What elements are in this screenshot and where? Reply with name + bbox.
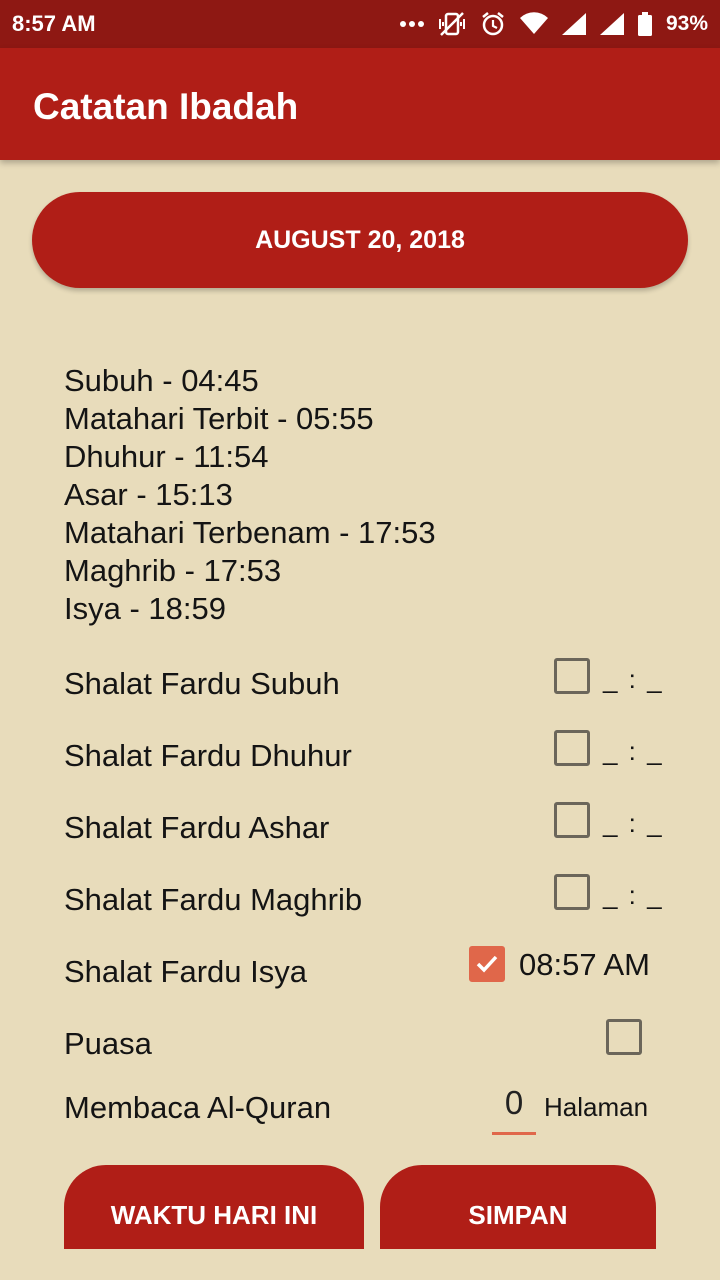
prayer-time-isya: Isya - 18:59 — [64, 591, 226, 626]
time-slot-subuh: _ : _ — [603, 664, 664, 694]
signal-icon — [599, 13, 624, 35]
wifi-icon — [519, 12, 548, 36]
checkbox-maghrib[interactable] — [554, 874, 590, 910]
battery-icon — [637, 12, 652, 36]
checklist-label-puasa-container: Puasa — [64, 1024, 364, 1058]
time-slot-maghrib: _ : _ — [603, 880, 664, 910]
checkbox-isya[interactable] — [469, 946, 505, 982]
alarm-icon — [480, 11, 506, 37]
time-value-isya: 08:57 AM — [519, 947, 650, 982]
checklist-label-maghrib: Shalat Fardu Maghrib — [64, 882, 363, 917]
time-slot-dhuhur: _ : _ — [603, 736, 664, 766]
quran-pages-input[interactable]: 0 — [492, 1084, 536, 1132]
checklist-label-dhuhur: Shalat Fardu Dhuhur — [64, 738, 352, 773]
checklist-label-puasa: Puasa — [64, 1026, 152, 1058]
quran-unit-label: Halaman — [544, 1092, 649, 1122]
quran-input-underline — [492, 1132, 536, 1135]
checkbox-subuh[interactable] — [554, 658, 590, 694]
prayer-times-list: Subuh - 04:45 Matahari Terbit - 05:55 Dh… — [64, 362, 664, 628]
app-bar: Catatan Ibadah — [0, 48, 720, 160]
prayer-time-sunset: Matahari Terbenam - 17:53 — [64, 515, 436, 550]
prayer-time-sunrise: Matahari Terbit - 05:55 — [64, 401, 374, 436]
status-icons: 93% — [399, 9, 708, 39]
checkbox-dhuhur[interactable] — [554, 730, 590, 766]
status-time: 8:57 AM — [12, 11, 96, 36]
checkmark-icon — [476, 955, 498, 973]
signal-icon — [561, 13, 586, 35]
save-button[interactable]: SIMPAN — [380, 1165, 656, 1249]
battery-percent: 93% — [665, 12, 708, 35]
checklist-label-subuh: Shalat Fardu Subuh — [64, 666, 340, 701]
prayer-time-subuh: Subuh - 04:45 — [64, 363, 259, 398]
checkbox-ashar[interactable] — [554, 802, 590, 838]
date-picker-button[interactable]: AUGUST 20, 2018 — [32, 192, 688, 288]
vibrate-off-icon — [438, 11, 466, 37]
prayer-time-maghrib: Maghrib - 17:53 — [64, 553, 282, 588]
prayer-time-dhuhur: Dhuhur - 11:54 — [64, 439, 269, 474]
more-dots-icon — [399, 20, 424, 28]
prayer-time-asar: Asar - 15:13 — [64, 477, 233, 512]
quran-label: Membaca Al-Quran — [64, 1090, 332, 1125]
checklist-label-ashar: Shalat Fardu Ashar — [64, 810, 330, 845]
checkbox-puasa[interactable] — [606, 1019, 642, 1055]
checklist-label-isya: Shalat Fardu Isya — [64, 954, 307, 989]
time-slot-ashar: _ : _ — [603, 808, 664, 838]
status-bar: 8:57 AM 93% — [0, 0, 720, 48]
app-title: Catatan Ibadah — [33, 86, 299, 127]
today-time-button[interactable]: WAKTU HARI INI — [64, 1165, 364, 1249]
